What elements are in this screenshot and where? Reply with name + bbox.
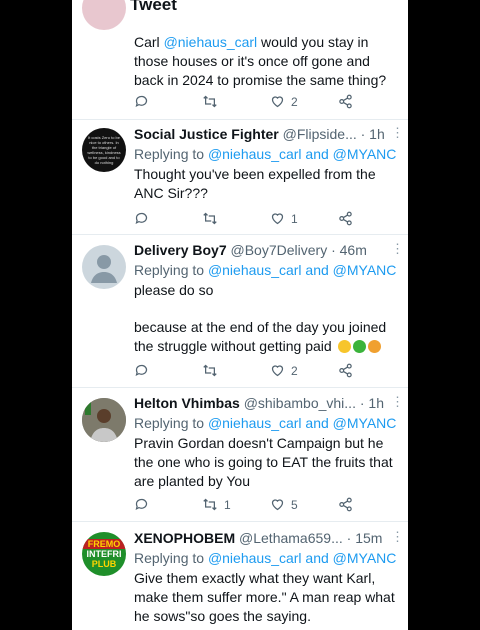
more-options-icon[interactable]: ⋮: [391, 125, 404, 141]
share-button[interactable]: [338, 94, 353, 109]
avatar[interactable]: [82, 245, 126, 289]
default-avatar-icon: [91, 255, 117, 283]
retweet-icon: [203, 95, 217, 108]
tweet-5[interactable]: FREMO INTEFRI PLUB XENOPHOBEM @Lethama65…: [72, 522, 408, 630]
fist-emoji: [367, 340, 381, 353]
replying-to-link[interactable]: @niehaus_carl and @MYANC: [208, 146, 396, 162]
retweet-button[interactable]: [202, 211, 218, 226]
retweet-button[interactable]: [202, 363, 218, 378]
heart-icon: [271, 499, 284, 511]
tweet-actions: 2: [134, 94, 384, 112]
reply-button[interactable]: [134, 497, 149, 512]
tweet-content: Carl @niehaus_carl would you stay in tho…: [134, 31, 402, 90]
avatar[interactable]: FREMO INTEFRI PLUB: [82, 532, 126, 576]
more-options-icon[interactable]: ⋮: [391, 529, 404, 545]
share-icon: [339, 497, 352, 512]
tweet-header: Delivery Boy7 @Boy7Delivery · 46m: [134, 241, 402, 259]
author-name[interactable]: Social Justice Fighter: [134, 126, 279, 142]
tweet-time: · 1h: [359, 395, 384, 411]
share-icon: [339, 211, 352, 226]
retweet-icon: [203, 498, 217, 511]
tweet-3[interactable]: Delivery Boy7 @Boy7Delivery · 46m Replyi…: [72, 235, 408, 388]
reply-icon: [135, 364, 148, 377]
author-name[interactable]: Helton Vhimbas: [134, 395, 240, 411]
tweet-thread-screen: ← Tweet Carl @niehaus_carl would you sta…: [72, 0, 408, 630]
author-name[interactable]: XENOPHOBEM: [134, 530, 235, 546]
reply-icon: [135, 95, 148, 108]
share-icon: [339, 363, 352, 378]
tweet-body: please do so because at the end of the d…: [134, 282, 387, 354]
author-handle[interactable]: @Boy7Delivery: [231, 242, 328, 258]
replying-to: Replying to @niehaus_carl and @MYANC: [134, 550, 397, 566]
tweet-body: Thought you've been expelled from the AN…: [134, 166, 376, 201]
like-button[interactable]: 2: [270, 94, 298, 109]
reply-icon: [135, 498, 148, 511]
profile-photo-icon: [82, 398, 126, 442]
retweet-button[interactable]: [202, 94, 218, 109]
heart-icon: [271, 213, 284, 225]
replying-to-link[interactable]: @niehaus_carl and @MYANC: [208, 262, 396, 278]
tweet-content: Helton Vhimbas @shibambo_vhi... · 1h Rep…: [134, 394, 402, 491]
heart-icon: [271, 365, 284, 377]
like-count: 5: [291, 497, 298, 512]
tweet-2[interactable]: It costs Zero to be nice to others. In t…: [72, 120, 408, 235]
like-button[interactable]: 1: [270, 211, 298, 226]
like-button[interactable]: 2: [270, 363, 298, 378]
tweet-body: Carl @niehaus_carl would you stay in tho…: [134, 34, 387, 88]
tweet-actions: 1: [134, 211, 384, 229]
tweet-time: · 15m: [346, 530, 383, 546]
heart-icon: [271, 96, 284, 108]
retweet-icon: [203, 364, 217, 377]
tweet-4[interactable]: Helton Vhimbas @shibambo_vhi... · 1h Rep…: [72, 388, 408, 522]
avatar[interactable]: It costs Zero to be nice to others. In t…: [82, 128, 126, 172]
replying-to: Replying to @niehaus_carl and @MYANC: [134, 262, 397, 278]
tweet-actions: 1 5: [134, 497, 384, 515]
more-options-icon[interactable]: ⋮: [391, 241, 404, 257]
like-count: 2: [291, 94, 298, 109]
share-button[interactable]: [338, 363, 353, 378]
tweet-actions: 2: [134, 363, 384, 381]
yellow-heart-emoji: [337, 340, 351, 353]
like-button[interactable]: 5: [270, 497, 298, 512]
reply-button[interactable]: [134, 363, 149, 378]
tweet-content: XENOPHOBEM @Lethama659... · 15m Replying…: [134, 529, 402, 626]
more-options-icon[interactable]: ⋮: [391, 394, 404, 410]
reply-button[interactable]: [134, 211, 149, 226]
replying-to: Replying to @niehaus_carl and @MYANC: [134, 415, 397, 431]
avatar[interactable]: [82, 0, 126, 30]
tweet-time: · 1h: [360, 126, 385, 142]
tweet-header: Helton Vhimbas @shibambo_vhi... · 1h: [134, 394, 402, 412]
replying-to: Replying to @niehaus_carl and @MYANC: [134, 146, 397, 162]
tweet-body: Give them exactly what they want Karl, m…: [134, 570, 395, 624]
share-button[interactable]: [338, 211, 353, 226]
tweet-header: XENOPHOBEM @Lethama659... · 15m: [134, 529, 402, 547]
tweet-time: · 46m: [331, 242, 367, 258]
replying-to-link[interactable]: @niehaus_carl and @MYANC: [208, 415, 396, 431]
share-icon: [339, 94, 352, 109]
green-heart-emoji: [352, 340, 366, 353]
like-count: 1: [291, 211, 298, 226]
share-button[interactable]: [338, 497, 353, 512]
replying-to-link[interactable]: @niehaus_carl and @MYANC: [208, 550, 396, 566]
retweet-button[interactable]: 1: [202, 497, 231, 512]
tweet-header: Social Justice Fighter @Flipside... · 1h: [134, 125, 402, 143]
author-name[interactable]: Delivery Boy7: [134, 242, 227, 258]
author-handle[interactable]: @Lethama659...: [239, 530, 343, 546]
tweet-content: Social Justice Fighter @Flipside... · 1h…: [134, 125, 402, 203]
retweet-icon: [203, 212, 217, 225]
retweet-count: 1: [224, 497, 231, 512]
author-handle[interactable]: @Flipside...: [283, 126, 357, 142]
reply-button[interactable]: [134, 94, 149, 109]
tweet-body: Pravin Gordan doesn't Campaign but he th…: [134, 435, 393, 489]
like-count: 2: [291, 363, 298, 378]
tweet-1[interactable]: Carl @niehaus_carl would you stay in tho…: [72, 0, 408, 120]
tweet-content: Delivery Boy7 @Boy7Delivery · 46m Replyi…: [134, 241, 402, 356]
reply-icon: [135, 212, 148, 225]
mention-link[interactable]: @niehaus_carl: [164, 34, 258, 50]
avatar[interactable]: [82, 398, 126, 442]
author-handle[interactable]: @shibambo_vhi...: [244, 395, 356, 411]
